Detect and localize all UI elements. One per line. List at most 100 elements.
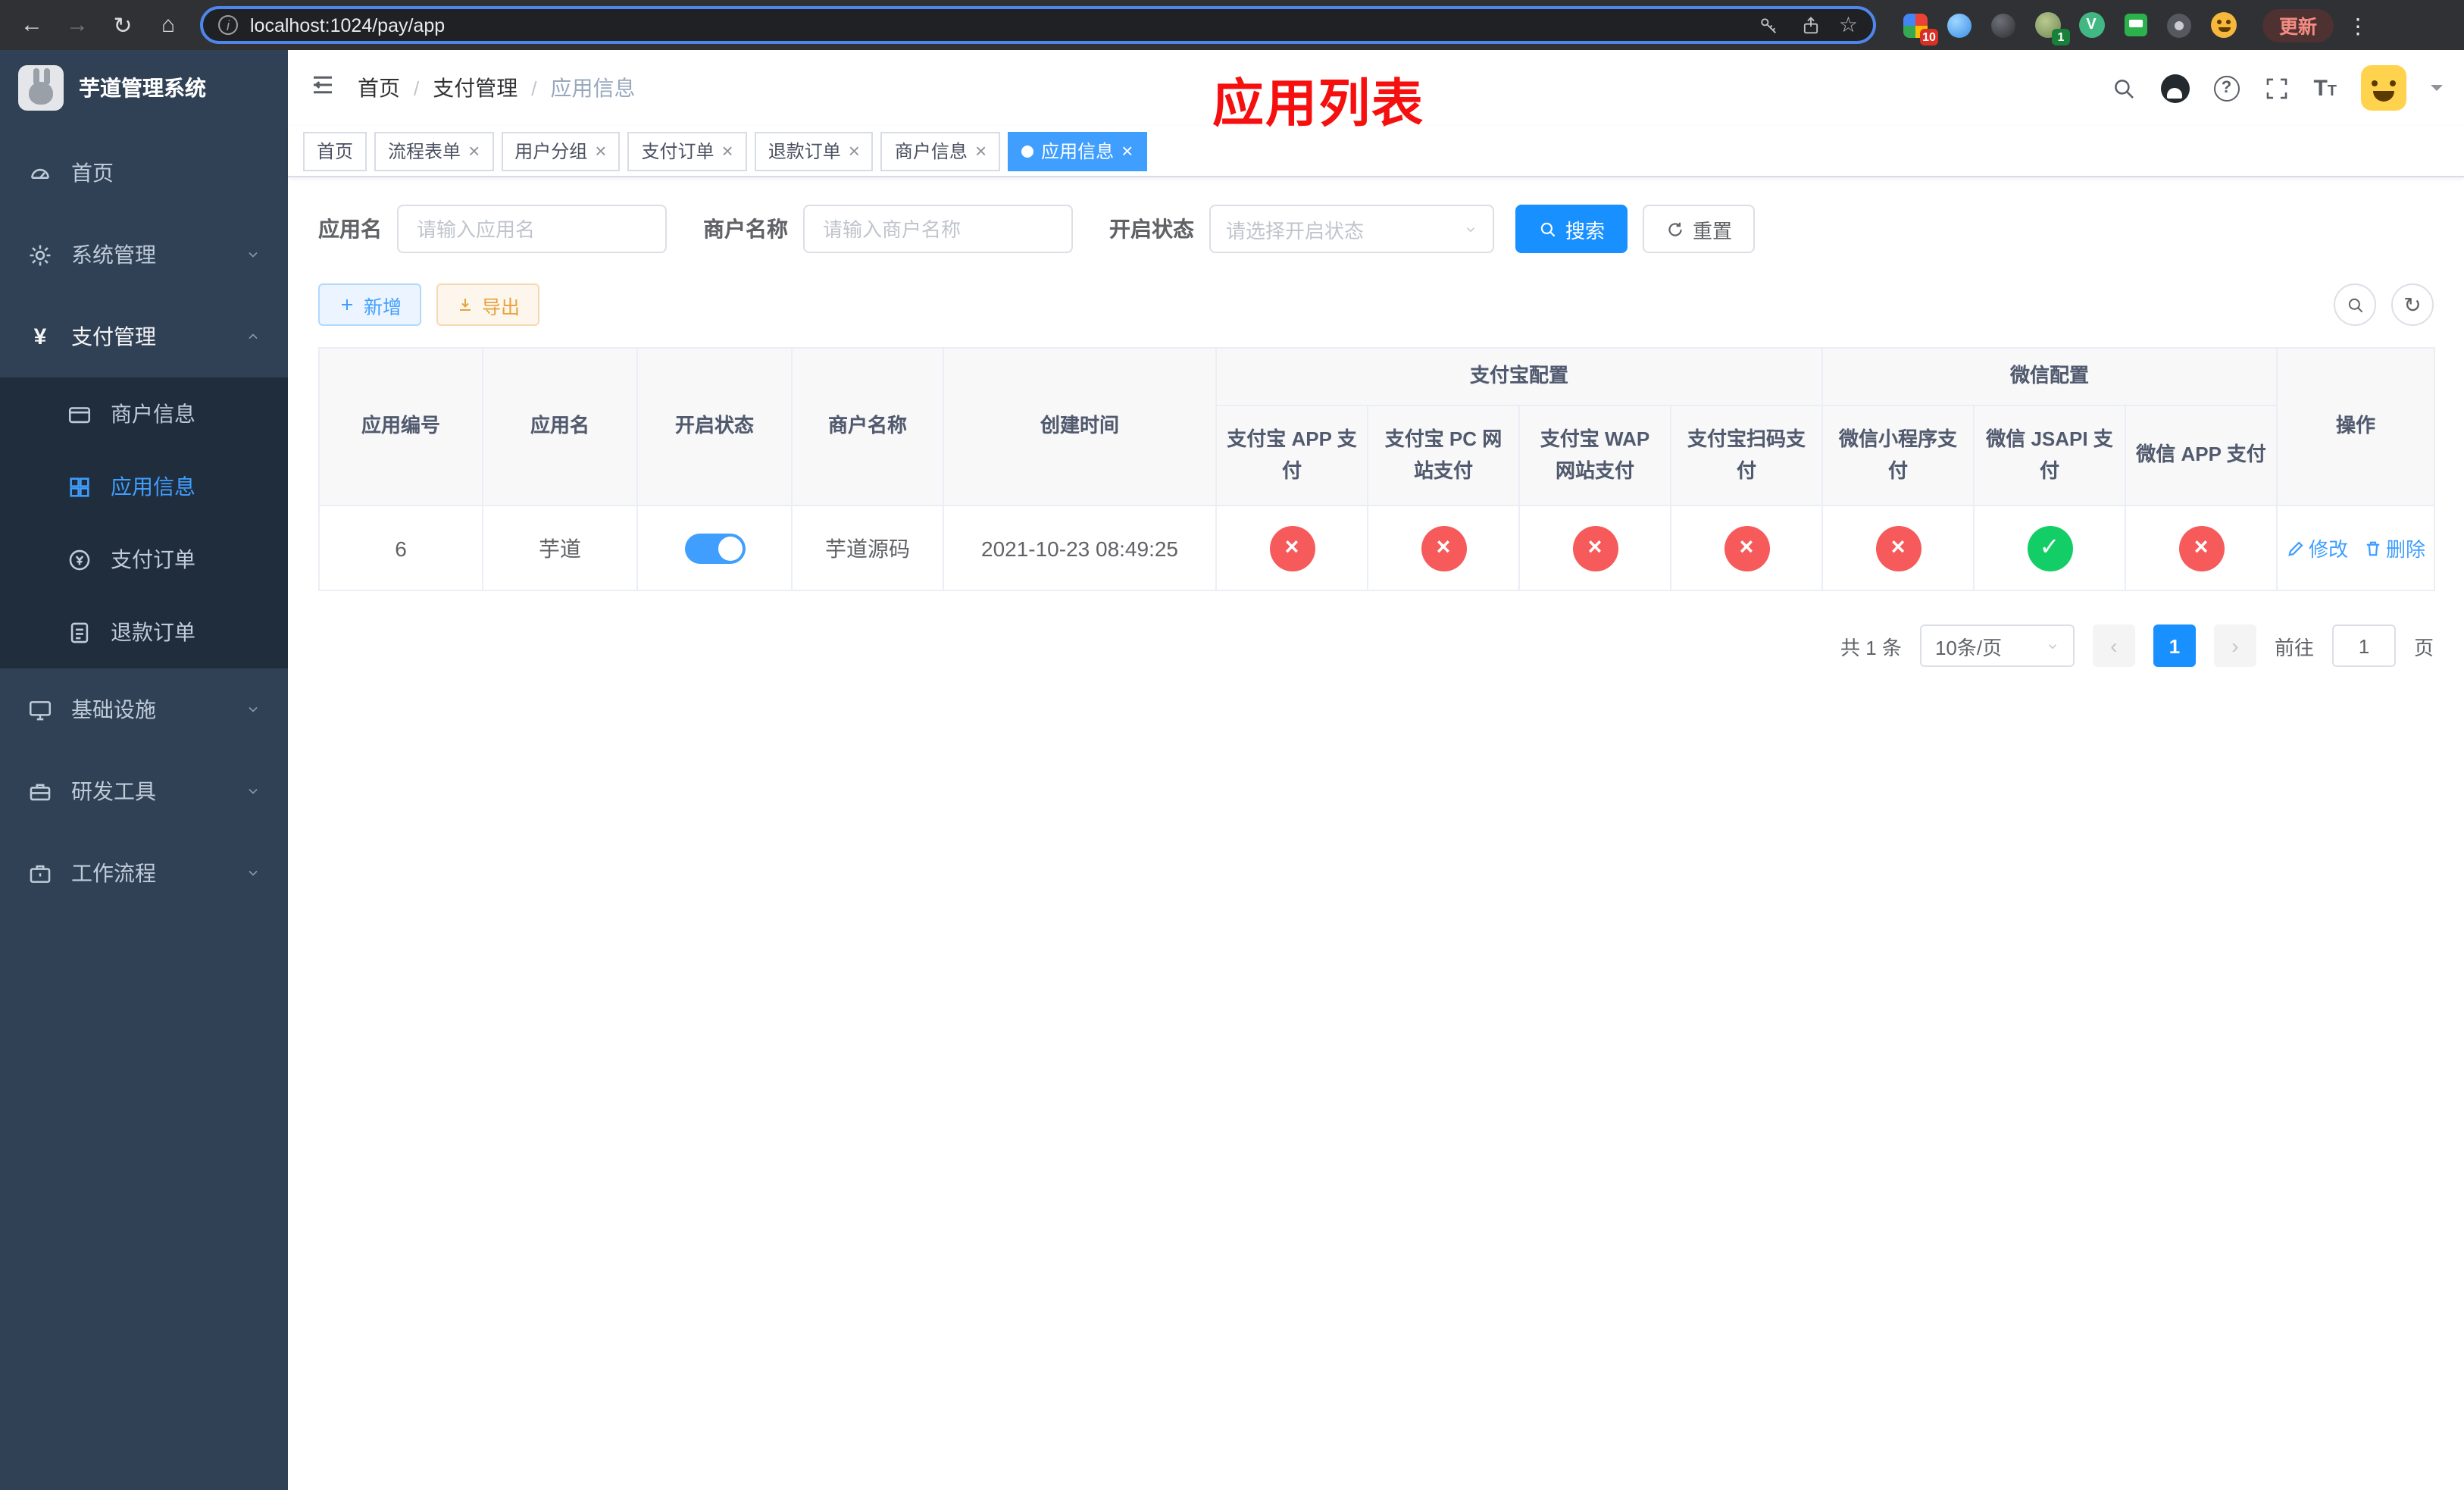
page-size-select[interactable]: 10条/页 [1919,624,2075,667]
extension-badge: 10 [1920,28,1938,45]
sidebar-item-app-info[interactable]: 应用信息 [0,450,288,523]
fullscreen-icon[interactable] [2263,75,2289,101]
extension-dark-sphere[interactable] [1988,10,2018,40]
tag-refund-order[interactable]: 退款订单 × [754,131,874,171]
sidebar-item-payment[interactable]: ¥ 支付管理 [0,296,288,377]
monitor-icon [29,700,52,720]
help-icon[interactable]: ? [2213,75,2240,101]
extension-green-chat[interactable] [2120,10,2150,40]
card-icon [68,406,91,423]
coin-icon [69,549,90,570]
cell-alipay-qr: × [1669,505,1824,591]
chrome-update-button[interactable]: 更新 [2262,8,2334,42]
briefcase-icon [30,864,51,882]
breadcrumb: 首页 / 支付管理 / 应用信息 [358,73,636,103]
page-1-button[interactable]: 1 [2153,624,2196,667]
breadcrumb-separator: / [531,77,537,99]
refresh-button[interactable]: ↻ [2391,283,2434,326]
tag-label: 应用信息 [1041,141,1115,162]
search-icon[interactable] [2110,75,2136,101]
cell-status [636,505,793,591]
sidebar-item-label: 支付订单 [111,547,195,571]
back-button[interactable]: ← [12,5,52,45]
status-select[interactable]: 请选择开启状态 [1209,205,1494,253]
sidebar-item-workflow[interactable]: 工作流程 [0,832,288,914]
close-icon[interactable]: × [1121,141,1133,161]
prev-page-button[interactable]: ‹ [2092,624,2135,667]
app-name-input[interactable] [397,205,667,253]
filter-form: 应用名 商户名称 开启状态 请选择开启状态 搜索 重置 [318,205,2434,253]
status-label: 开启状态 [1109,217,1194,241]
search-button-label: 搜索 [1565,219,1606,242]
extension-colorful-grid[interactable]: 10 [1900,10,1938,45]
goto-page-input[interactable] [2331,624,2396,667]
breadcrumb-home[interactable]: 首页 [358,73,400,103]
forward-button[interactable]: → [58,5,97,45]
total-count: 共 1 条 [1840,636,1902,659]
close-icon[interactable]: × [722,141,733,161]
goto-label: 前往 [2274,636,2314,659]
password-key-icon[interactable] [1754,10,1784,40]
extension-avatar[interactable]: 1 [2032,10,2070,45]
bookmark-star-icon[interactable]: ☆ [1839,12,1858,38]
browser-menu-icon[interactable]: ⋮ [2346,14,2370,36]
export-button[interactable]: 导出 [436,283,540,326]
extension-blue-drop[interactable] [1944,10,1975,40]
status-toggle[interactable] [684,533,745,563]
reload-button[interactable]: ↻ [103,5,142,45]
sidebar-fold-icon[interactable] [309,70,336,105]
screen: ← → ↻ ⌂ i localhost:1024/pay/app ☆ 10 1 … [0,0,2464,1490]
cross-circle-icon: × [1724,525,1769,571]
merchant-name-input[interactable] [803,205,1073,253]
col-action: 操作 [2276,347,2436,506]
github-icon[interactable] [2160,74,2190,102]
delete-link-label: 删除 [2386,538,2426,561]
sidebar-item-dev-tools[interactable]: 研发工具 [0,750,288,832]
sidebar-item-pay-order[interactable]: 支付订单 [0,523,288,596]
show-search-button[interactable] [2334,283,2376,326]
close-icon[interactable]: × [595,141,606,161]
extension-pin[interactable] [2164,10,2194,40]
col-alipay-pc: 支付宝 PC 网站支付 [1367,405,1520,506]
tag-merchant-info[interactable]: 商户信息 × [880,131,1001,171]
next-page-button[interactable]: › [2213,624,2256,667]
tag-process-form[interactable]: 流程表单 × [374,131,494,171]
sidebar-item-infrastructure[interactable]: 基础设施 [0,668,288,750]
delete-link[interactable]: 删除 [2363,534,2425,562]
face-icon [2210,12,2236,38]
close-icon[interactable]: × [468,141,480,161]
search-button[interactable]: 搜索 [1515,205,1628,253]
home-button[interactable]: ⌂ [149,5,188,45]
edit-link-label: 修改 [2309,538,2349,561]
sidebar-item-home[interactable]: 首页 [0,132,288,214]
close-icon[interactable]: × [849,141,860,161]
avatar-caret-icon[interactable] [2431,85,2443,97]
extension-emoji-face[interactable] [2208,10,2238,40]
extension-vue-devtools[interactable]: V [2076,10,2106,40]
user-avatar[interactable] [2361,65,2406,111]
app-table: 应用编号 应用名 开启状态 商户名称 创建时间 支付宝配置 微信配置 操作 支付… [318,347,2436,591]
tag-app-info[interactable]: 应用信息 × [1008,131,1147,171]
close-icon[interactable]: × [975,141,987,161]
share-icon[interactable] [1796,10,1827,40]
reset-button[interactable]: 重置 [1643,205,1756,253]
sidebar-item-refund-order[interactable]: 退款订单 [0,596,288,668]
tag-user-group[interactable]: 用户分组 × [501,131,621,171]
group-wechat-config: 微信配置 [1821,347,2278,406]
add-button[interactable]: 新增 [318,283,422,326]
tag-pay-order[interactable]: 支付订单 × [627,131,747,171]
gear-icon [30,244,51,265]
merchant-name-label: 商户名称 [703,217,788,241]
tag-home[interactable]: 首页 [303,131,367,171]
sidebar-item-label: 退款订单 [111,620,195,644]
sidebar-logo[interactable]: 芋道管理系统 [0,50,288,126]
site-info-icon[interactable]: i [218,15,238,35]
sidebar-item-system[interactable]: 系统管理 [0,214,288,296]
breadcrumb-payment[interactable]: 支付管理 [433,73,518,103]
sidebar-item-merchant-info[interactable]: 商户信息 [0,377,288,450]
document-icon [70,621,89,643]
edit-link[interactable]: 修改 [2286,534,2348,562]
address-bar[interactable]: i localhost:1024/pay/app ☆ [200,6,1876,44]
app-name-label: 应用名 [318,217,382,241]
font-size-icon[interactable]: TT [2313,77,2337,99]
